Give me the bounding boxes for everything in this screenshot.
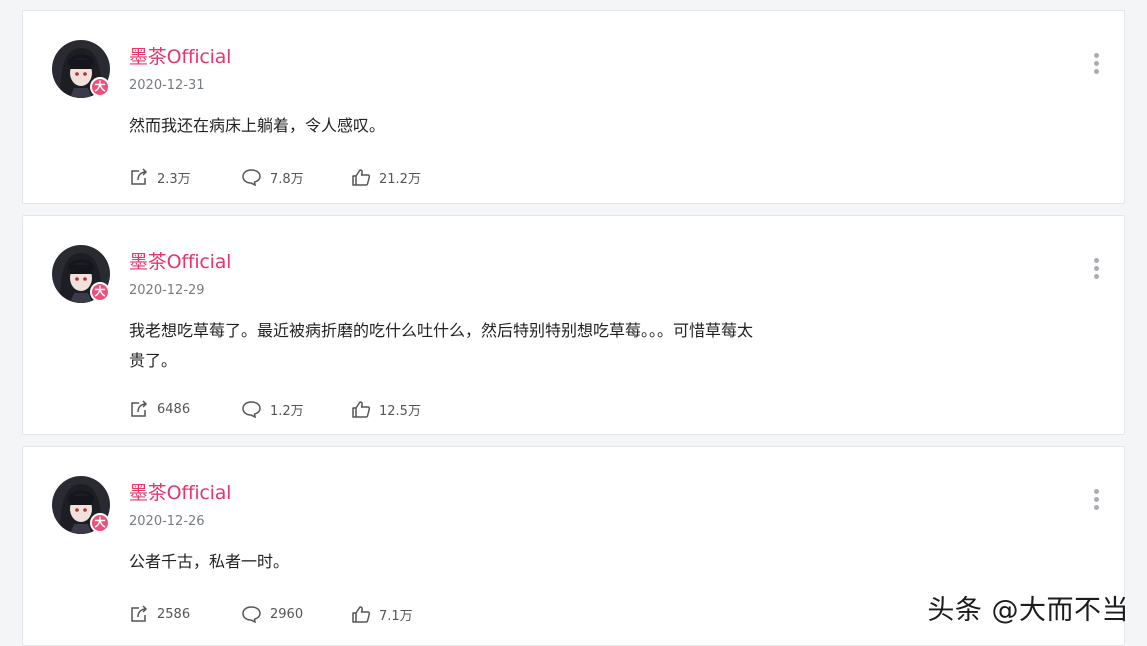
share-button[interactable]: 2.3万 [129,167,191,187]
comment-button[interactable]: 2960 [241,604,303,624]
post-date: 2020-12-29 [129,283,205,298]
share-icon [131,605,148,622]
post-content: 我老想吃草莓了。最近被病折磨的吃什么吐什么，然后特别特别想吃草莓。。。可惜草莓太… [129,321,754,370]
like-count: 21.2万 [379,171,421,187]
author-name[interactable]: 墨茶Official [129,478,231,505]
more-options-button[interactable] [1094,489,1100,511]
like-button[interactable]: 21.2万 [351,167,421,187]
post-content: 公者千古，私者一时。 [129,552,290,571]
share-count: 2586 [157,606,191,622]
comment-icon [242,606,261,623]
comment-icon [242,169,261,186]
author-name[interactable]: 墨茶Official [129,247,231,274]
share-button[interactable]: 6486 [129,399,190,419]
verified-badge: 大 [90,282,110,302]
watermark: 头条 @大而不当 [927,595,1129,626]
post-date: 2020-12-31 [129,78,205,93]
post-card: 大 墨茶Official 2020-12-29 我老想吃草莓了。最近被病折磨的吃… [22,215,1125,435]
share-count: 6486 [157,401,191,417]
thumbs-up-icon [352,169,371,186]
like-button[interactable]: 12.5万 [351,399,421,419]
verified-badge: 大 [90,77,110,97]
verified-badge: 大 [90,513,110,533]
author-name[interactable]: 墨茶Official [129,42,231,69]
like-button[interactable]: 7.1万 [351,604,413,624]
thumbs-up-icon [352,401,371,418]
comment-button[interactable]: 1.2万 [241,399,304,419]
comment-count: 2960 [270,606,304,622]
comment-count: 7.8万 [270,171,304,187]
like-count: 12.5万 [379,403,421,419]
share-count: 2.3万 [157,171,191,187]
comment-icon [242,401,261,418]
share-icon [131,168,148,185]
more-options-button[interactable] [1094,53,1100,75]
post-content: 然而我还在病床上躺着，令人感叹。 [129,116,386,135]
comment-button[interactable]: 7.8万 [241,167,304,187]
like-count: 7.1万 [379,608,413,624]
more-options-button[interactable] [1094,258,1100,280]
post-card: 大 墨茶Official 2020-12-31 然而我还在病床上躺着，令人感叹。… [22,10,1125,204]
post-date: 2020-12-26 [129,514,205,529]
thumbs-up-icon [352,606,371,623]
share-icon [131,400,148,417]
comment-count: 1.2万 [270,403,304,419]
share-button[interactable]: 2586 [129,604,190,624]
